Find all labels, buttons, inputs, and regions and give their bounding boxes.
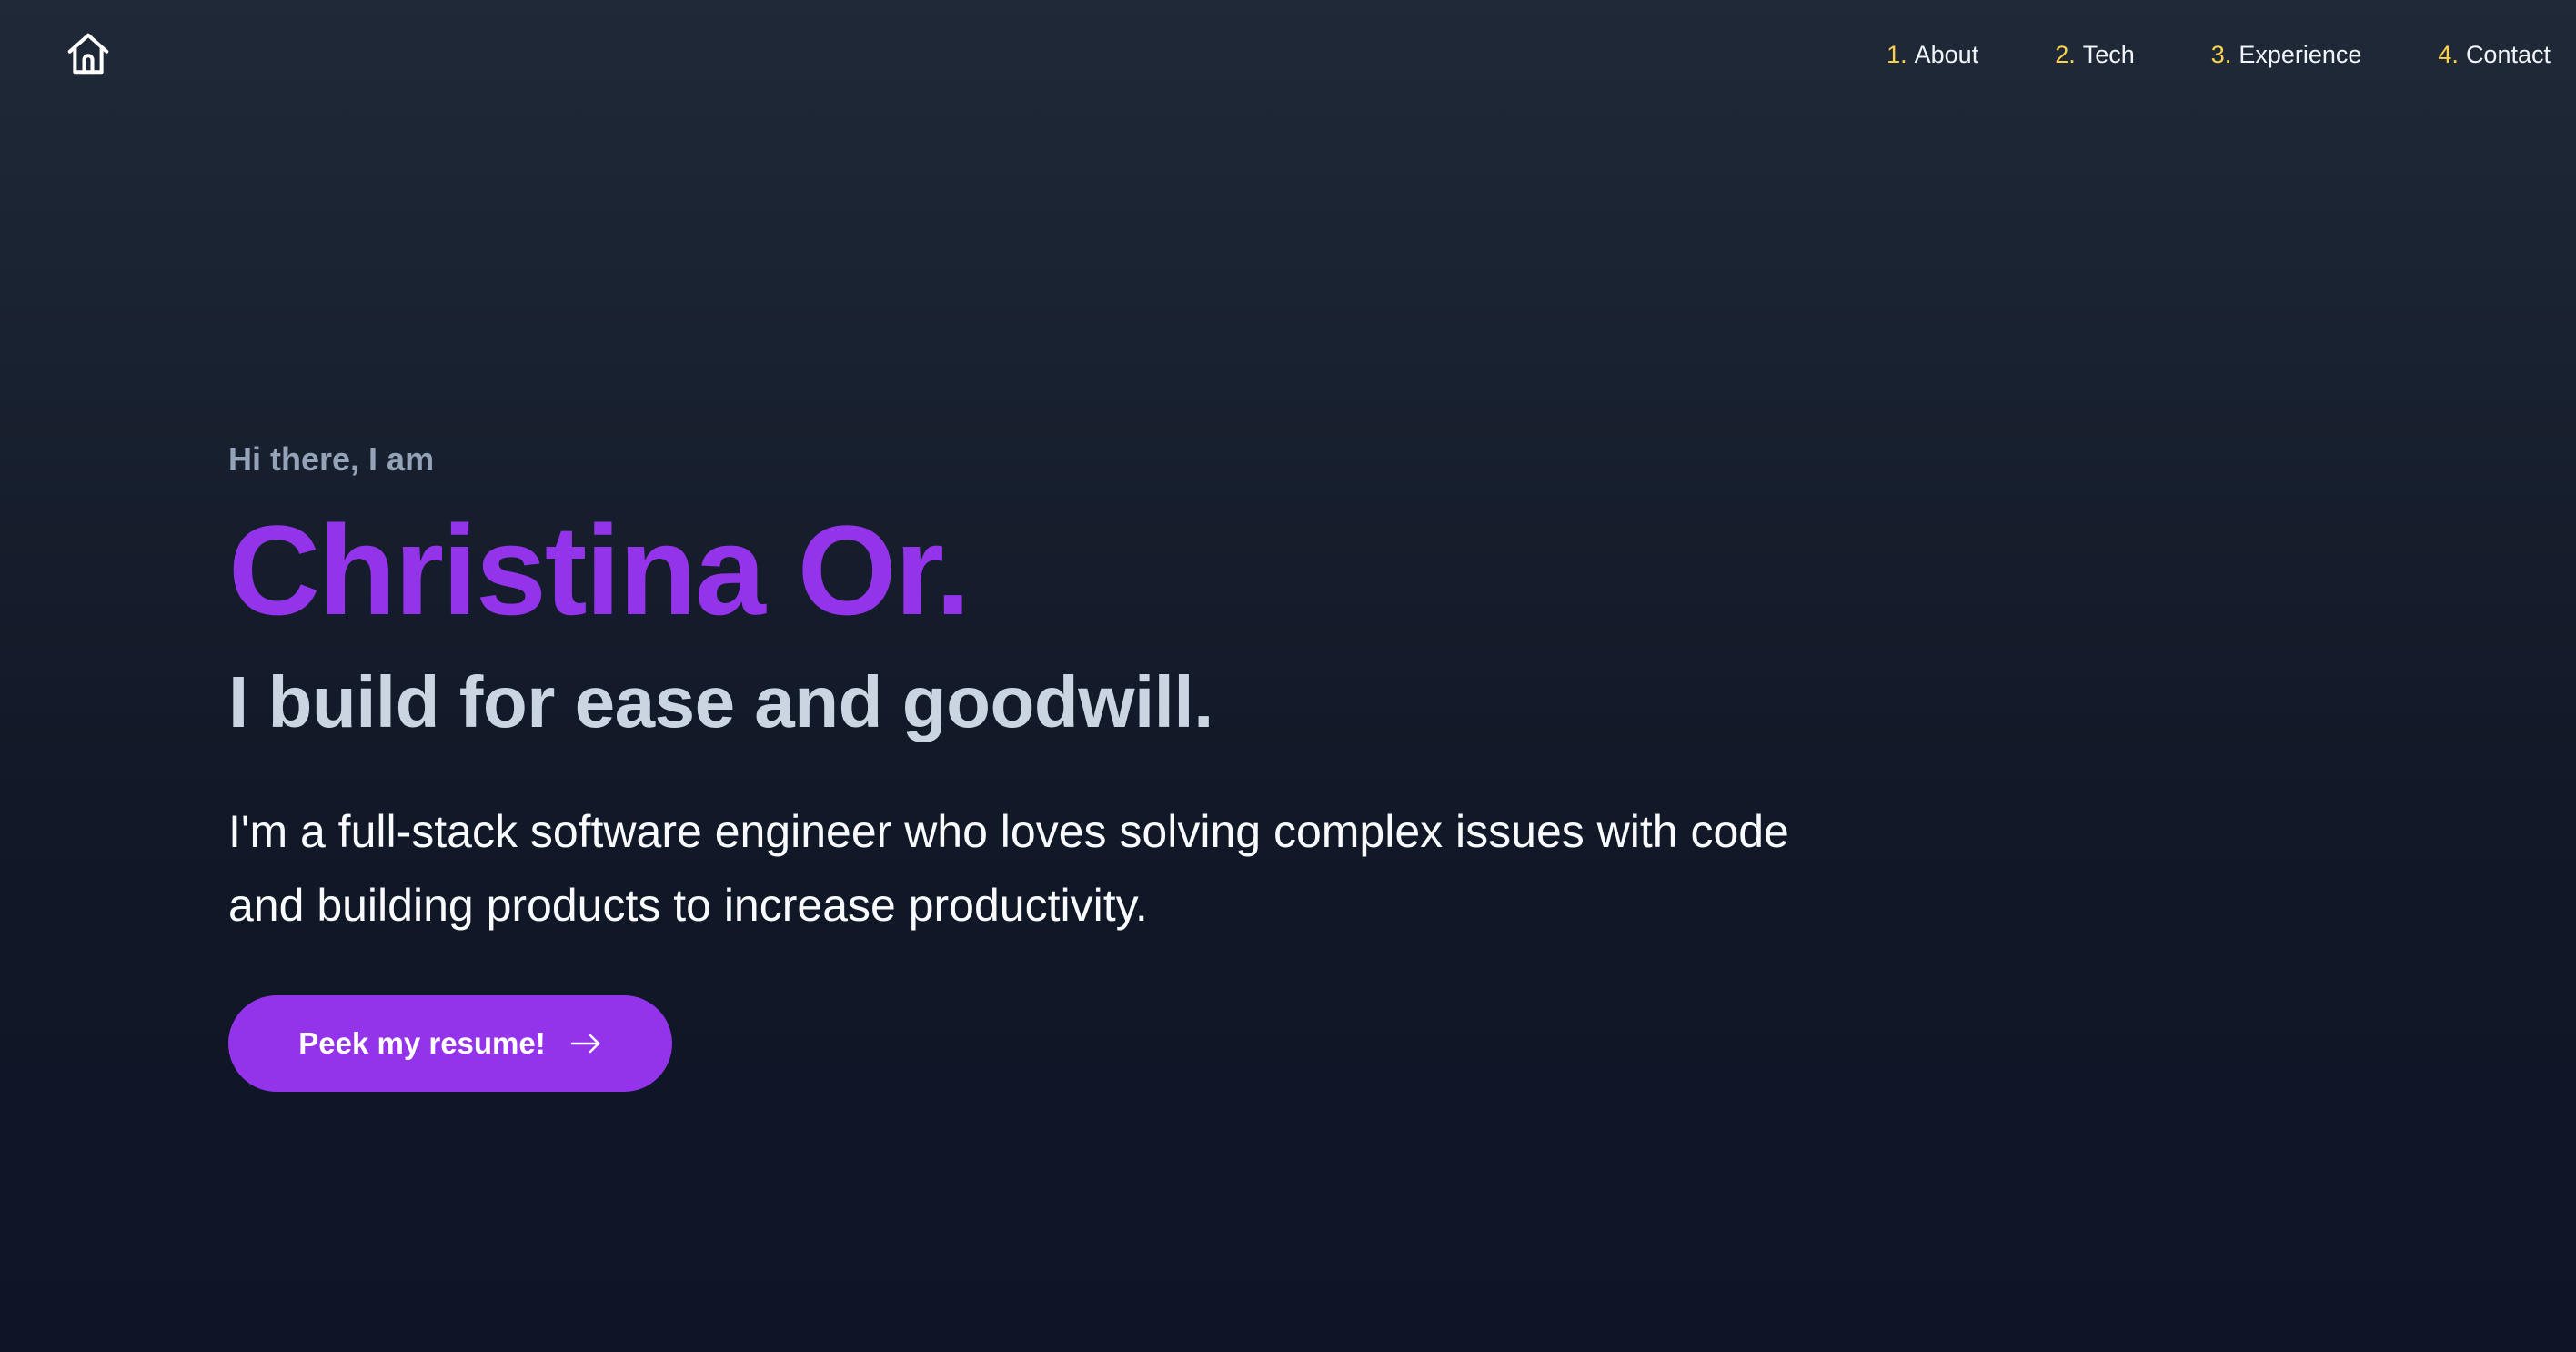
nav-item-number: 3. xyxy=(2210,41,2232,68)
nav-item-label: Experience xyxy=(2239,41,2362,68)
resume-button[interactable]: Peek my resume! xyxy=(228,995,672,1092)
nav-item-tech[interactable]: 2. Tech xyxy=(2055,35,2135,75)
hero-section: Hi there, I am Christina Or. I build for… xyxy=(228,435,1866,1092)
nav-item-number: 1. xyxy=(1887,41,1907,68)
nav-item-label: Tech xyxy=(2082,41,2135,68)
nav-item-number: 2. xyxy=(2055,41,2076,68)
nav-item-about[interactable]: 1. About xyxy=(1887,35,1978,75)
nav-item-experience[interactable]: 3. Experience xyxy=(2211,35,2362,75)
hero-tagline: I build for ease and goodwill. xyxy=(228,661,1213,742)
resume-button-label: Peek my resume! xyxy=(298,1026,546,1060)
nav-item-number: 4. xyxy=(2438,41,2459,68)
main-nav: 1. About 2. Tech 3. Experience 4. Contac… xyxy=(1887,35,2551,75)
home-icon xyxy=(67,33,109,75)
nav-item-label: About xyxy=(1914,41,1979,68)
hero-name: Christina Or. xyxy=(228,499,971,641)
greeting-text: Hi there, I am xyxy=(228,440,435,478)
nav-item-label: Contact xyxy=(2465,41,2551,68)
arrow-right-icon xyxy=(570,1034,600,1054)
hero-bio: I'm a full-stack software engineer who l… xyxy=(228,806,1789,931)
home-link[interactable] xyxy=(64,29,113,78)
nav-item-contact[interactable]: 4. Contact xyxy=(2438,35,2551,75)
